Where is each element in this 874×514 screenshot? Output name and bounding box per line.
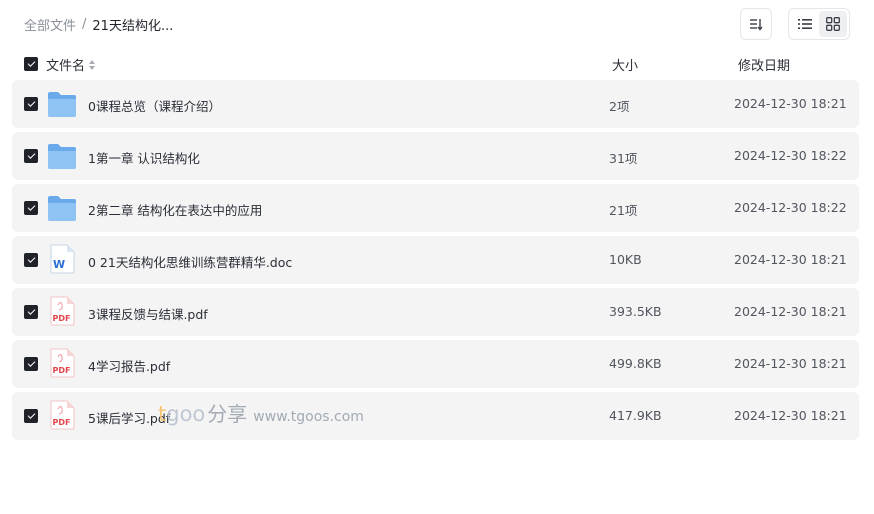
file-name[interactable]: 3课程反馈与结课.pdf <box>88 304 208 323</box>
svg-text:PDF: PDF <box>53 366 71 375</box>
svg-text:PDF: PDF <box>53 418 71 427</box>
file-date: 2024-12-30 18:21 <box>734 96 847 111</box>
pdf-icon: PDF <box>47 400 77 430</box>
file-date: 2024-12-30 18:22 <box>734 148 847 163</box>
file-date: 2024-12-30 18:21 <box>734 252 847 267</box>
grid-view-button[interactable] <box>819 11 847 37</box>
file-name[interactable]: 0课程总览（课程介绍） <box>88 96 221 115</box>
row-checkbox[interactable] <box>24 357 38 371</box>
word-doc-icon: W <box>47 244 77 274</box>
row-checkbox[interactable] <box>24 97 38 111</box>
row-checkbox[interactable] <box>24 149 38 163</box>
file-size: 21项 <box>609 203 638 218</box>
grid-icon <box>826 17 840 31</box>
sort-arrows-icon[interactable] <box>89 59 96 70</box>
file-name[interactable]: 5课后学习.pdf <box>88 408 170 427</box>
list-icon <box>798 19 812 29</box>
file-size: 393.5KB <box>609 304 662 319</box>
sort-icon <box>750 19 763 31</box>
file-name[interactable]: 0 21天结构化思维训练营群精华.doc <box>88 252 292 271</box>
file-date: 2024-12-30 18:21 <box>734 356 847 371</box>
file-row[interactable]: 1第一章 认识结构化 31项 2024-12-30 18:22 <box>12 132 859 180</box>
file-name[interactable]: 4学习报告.pdf <box>88 356 170 375</box>
file-list: 0课程总览（课程介绍） 2项 2024-12-30 18:21 1第一章 认识结… <box>12 80 859 444</box>
pdf-icon: PDF <box>47 296 77 326</box>
breadcrumb: 全部文件 / 21天结构化... <box>24 15 174 34</box>
file-row[interactable]: PDF 3课程反馈与结课.pdf 393.5KB 2024-12-30 18:2… <box>12 288 859 336</box>
file-size: 31项 <box>609 151 638 166</box>
row-checkbox[interactable] <box>24 409 38 423</box>
column-header-size: 大小 <box>612 59 639 74</box>
svg-text:PDF: PDF <box>53 314 71 323</box>
sort-button[interactable] <box>740 8 772 40</box>
file-row[interactable]: 0课程总览（课程介绍） 2项 2024-12-30 18:21 <box>12 80 859 128</box>
row-checkbox[interactable] <box>24 305 38 319</box>
file-size: 2项 <box>609 99 630 114</box>
file-name[interactable]: 1第一章 认识结构化 <box>88 148 200 167</box>
folder-icon <box>47 142 77 170</box>
folder-icon <box>47 90 77 118</box>
breadcrumb-separator: / <box>82 16 87 32</box>
file-size: 499.8KB <box>609 356 662 371</box>
breadcrumb-current: 21天结构化... <box>92 18 174 34</box>
breadcrumb-root-link[interactable]: 全部文件 <box>24 15 76 34</box>
file-row[interactable]: PDF 4学习报告.pdf 499.8KB 2024-12-30 18:21 <box>12 340 859 388</box>
file-date: 2024-12-30 18:21 <box>734 408 847 423</box>
file-name[interactable]: 2第二章 结构化在表达中的应用 <box>88 200 262 219</box>
pdf-icon: PDF <box>47 348 77 378</box>
row-checkbox[interactable] <box>24 201 38 215</box>
select-all-checkbox[interactable] <box>24 57 38 71</box>
svg-text:W: W <box>53 258 65 271</box>
row-checkbox[interactable] <box>24 253 38 267</box>
file-date: 2024-12-30 18:21 <box>734 304 847 319</box>
view-switch <box>788 8 850 40</box>
column-header-name-label: 文件名 <box>46 59 86 74</box>
file-row[interactable]: PDF 5课后学习.pdf 417.9KB 2024-12-30 18:21 <box>12 392 859 440</box>
column-header-name[interactable]: 文件名 <box>46 55 96 74</box>
list-view-button[interactable] <box>791 11 819 37</box>
file-size: 417.9KB <box>609 408 662 423</box>
folder-icon <box>47 194 77 222</box>
column-header-date: 修改日期 <box>738 59 791 74</box>
file-size: 10KB <box>609 252 642 267</box>
file-row[interactable]: W 0 21天结构化思维训练营群精华.doc 10KB 2024-12-30 1… <box>12 236 859 284</box>
file-row[interactable]: 2第二章 结构化在表达中的应用 21项 2024-12-30 18:22 <box>12 184 859 232</box>
file-date: 2024-12-30 18:22 <box>734 200 847 215</box>
table-header: 文件名 大小 修改日期 <box>24 54 850 74</box>
